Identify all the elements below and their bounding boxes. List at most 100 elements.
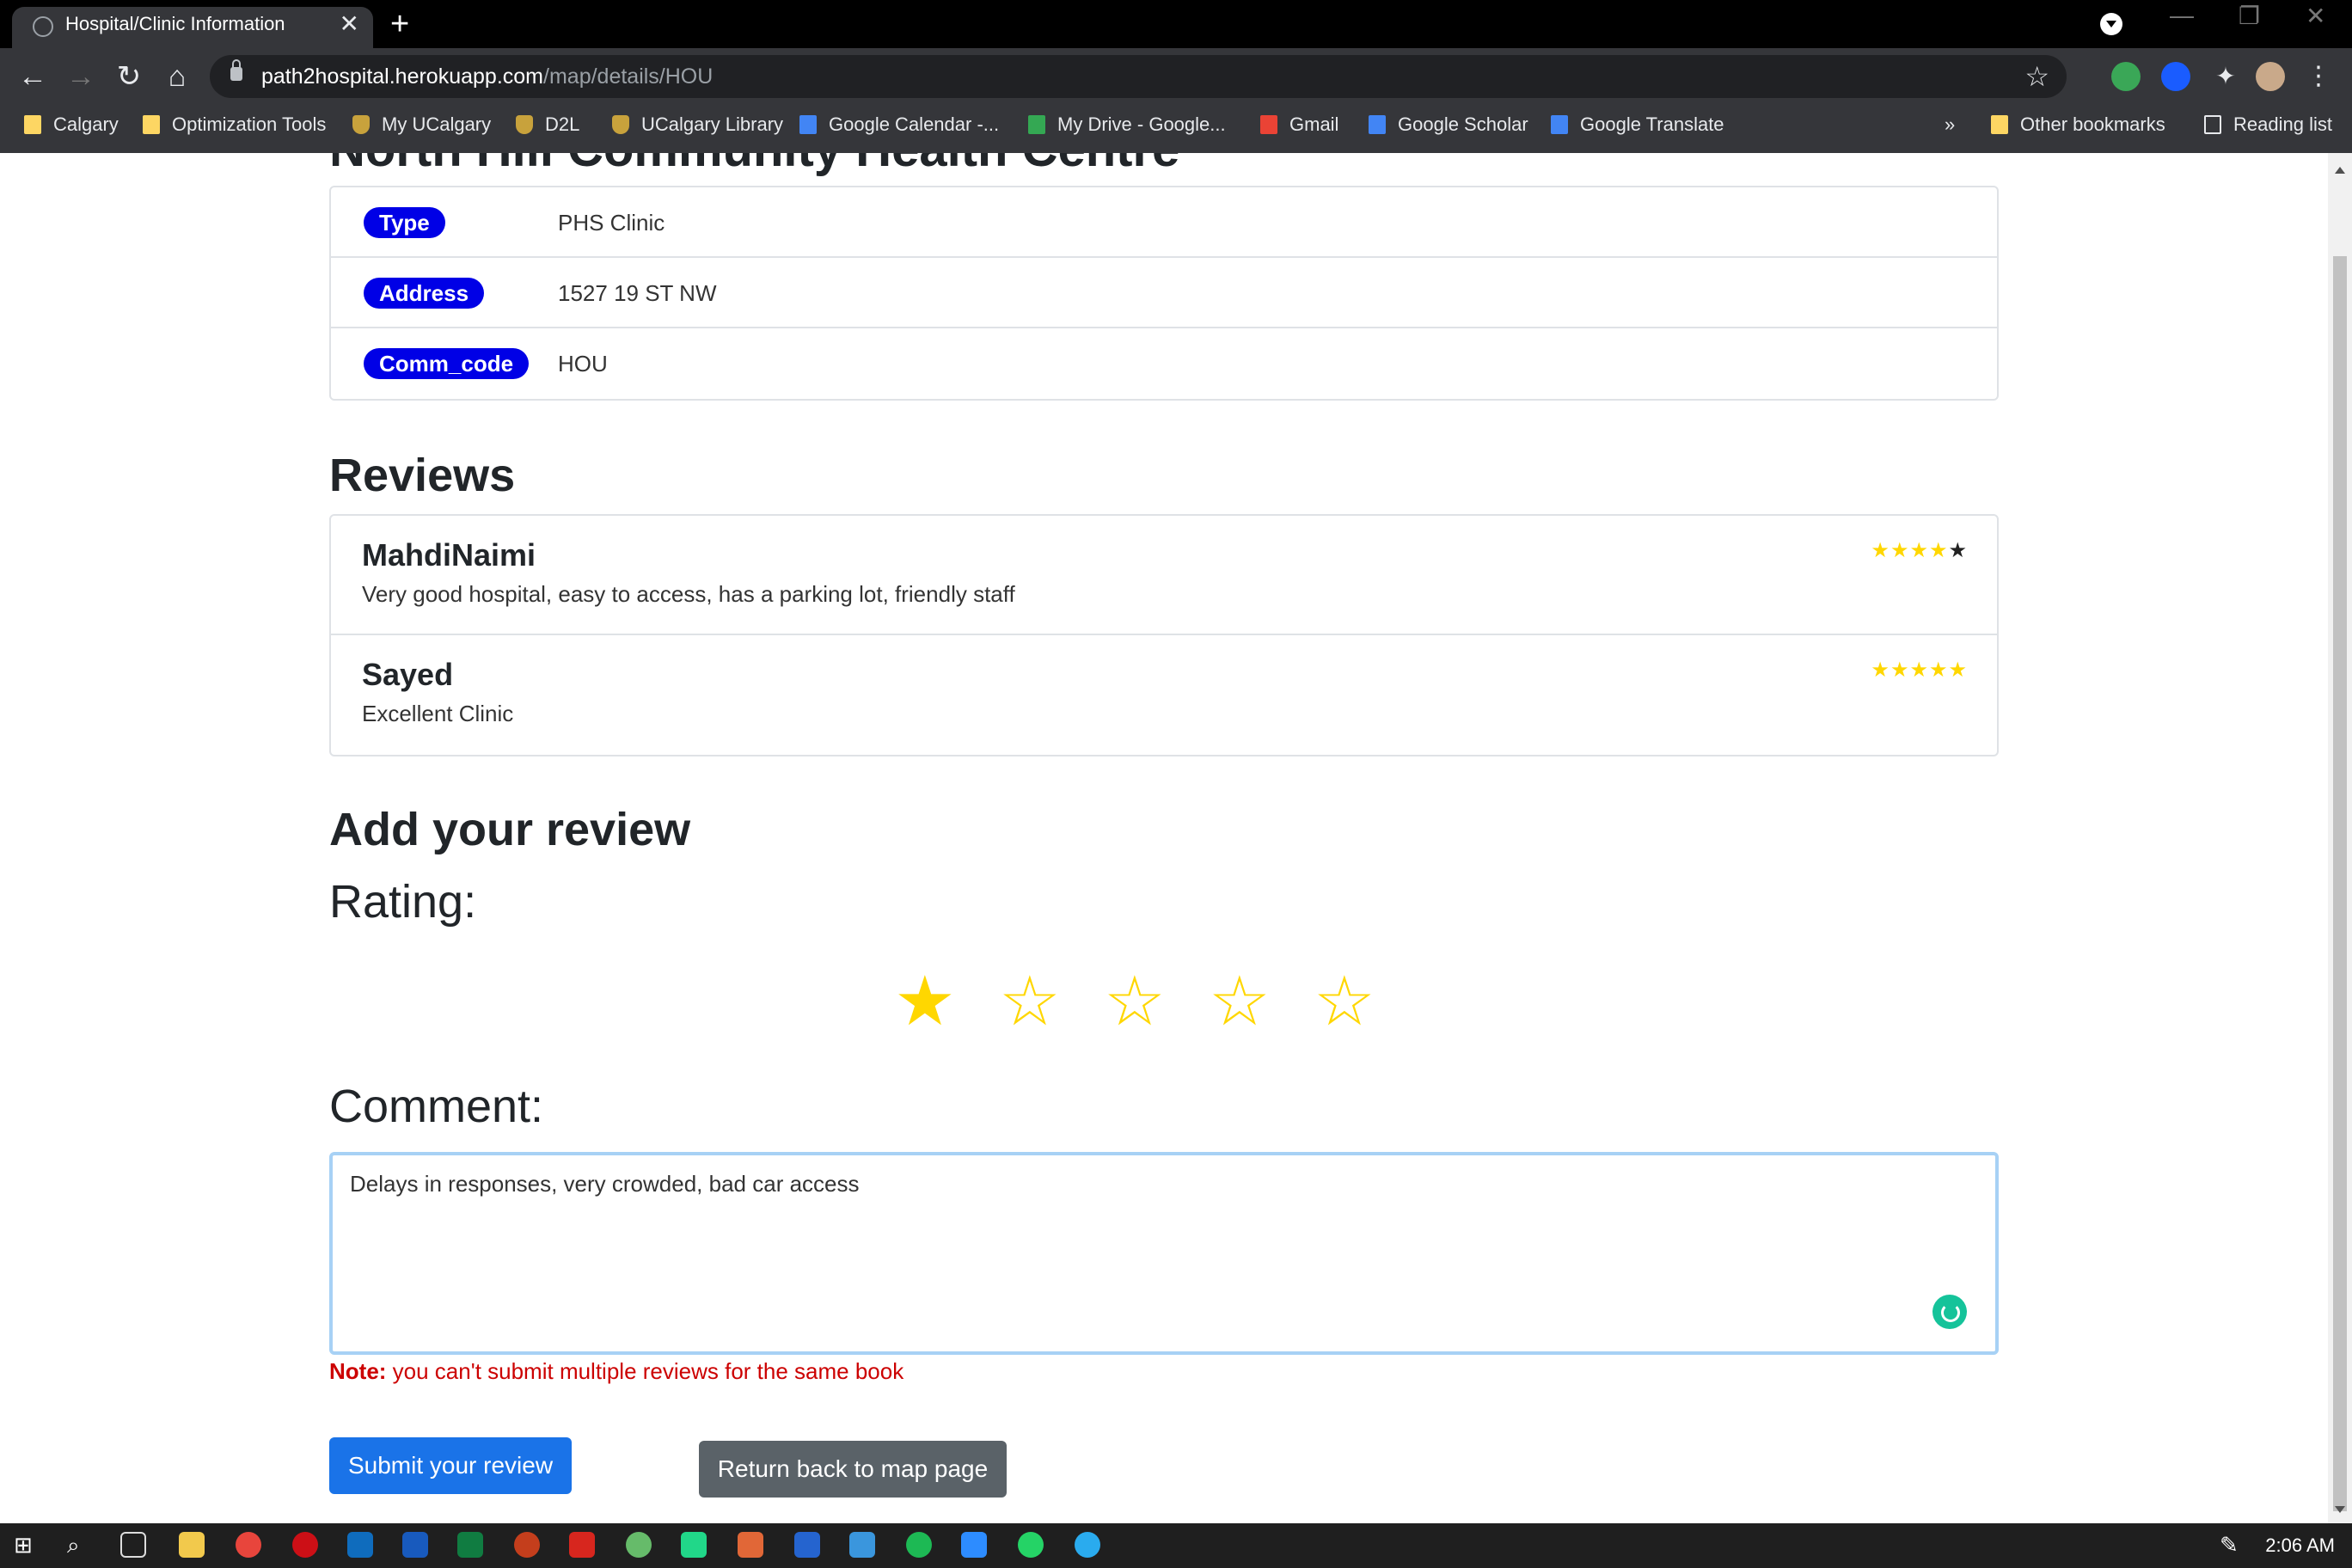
bookmarks-bar: Calgary Optimization Tools My UCalgary D… xyxy=(0,105,2352,153)
browser-tab[interactable]: Hospital/Clinic Information ✕ xyxy=(12,7,373,48)
extension-pause-icon[interactable] xyxy=(2161,62,2190,91)
address-bar[interactable]: path2hospital.herokuapp.com/map/details/… xyxy=(210,55,2067,98)
bookmark-gmail[interactable]: Gmail xyxy=(1260,105,1338,144)
matlab-icon[interactable] xyxy=(738,1532,763,1558)
comm-code-value: HOU xyxy=(558,351,608,377)
reading-list-icon xyxy=(2204,115,2221,134)
menu-icon[interactable]: ⋮ xyxy=(2304,62,2333,91)
windows-taskbar: ⊞ ⌕ ✎ 2:06 AM xyxy=(0,1523,2352,1568)
bookmark-my-ucalgary[interactable]: My UCalgary xyxy=(352,105,491,144)
restore-icon[interactable]: ❐ xyxy=(2239,2,2260,30)
taskbar-clock[interactable]: 2:06 AM xyxy=(2265,1523,2335,1568)
back-icon[interactable]: ← xyxy=(12,56,53,97)
todo-icon[interactable] xyxy=(794,1532,820,1558)
google-scholar-icon xyxy=(1369,115,1386,134)
review-user: MahdiNaimi xyxy=(362,537,536,573)
task-view-icon[interactable] xyxy=(120,1532,146,1558)
close-tab-icon[interactable]: ✕ xyxy=(340,7,359,41)
outlook-icon[interactable] xyxy=(347,1532,373,1558)
grammarly-icon[interactable] xyxy=(1932,1295,1967,1329)
info-card: Type PHS Clinic Address 1527 19 ST NW Co… xyxy=(329,186,1999,401)
reviews-heading: Reviews xyxy=(329,450,516,501)
filled-star-icon: ★ xyxy=(1871,658,1890,682)
bookmark-ucalgary-library[interactable]: UCalgary Library xyxy=(612,105,783,144)
excel-icon[interactable] xyxy=(457,1532,483,1558)
browser-titlebar: Hospital/Clinic Information ✕ + — ❐ ✕ xyxy=(0,0,2352,48)
rating-star-3[interactable]: ☆ xyxy=(1104,963,1209,1040)
empty-star-icon: ★ xyxy=(1948,539,1968,562)
app-icon[interactable] xyxy=(849,1532,875,1558)
file-explorer-icon[interactable] xyxy=(179,1532,205,1558)
home-icon[interactable]: ⌂ xyxy=(156,56,198,97)
whatsapp-icon[interactable] xyxy=(1018,1532,1044,1558)
bookmark-google-scholar[interactable]: Google Scholar xyxy=(1369,105,1528,144)
reload-icon[interactable]: ↻ xyxy=(108,56,150,97)
windows-start-icon[interactable]: ⊞ xyxy=(14,1532,40,1558)
address-badge: Address xyxy=(364,278,485,309)
powerpoint-icon[interactable] xyxy=(514,1532,540,1558)
rating-star-5[interactable]: ☆ xyxy=(1314,963,1418,1040)
opera-icon[interactable] xyxy=(292,1532,318,1558)
telegram-icon[interactable] xyxy=(1075,1532,1100,1558)
filled-star-icon: ★ xyxy=(1890,658,1910,682)
folder-icon xyxy=(24,115,41,134)
scroll-up-icon[interactable] xyxy=(2335,162,2345,174)
close-window-icon[interactable]: ✕ xyxy=(2306,2,2325,30)
filled-star-icon: ★ xyxy=(1909,539,1929,562)
type-value: PHS Clinic xyxy=(558,210,665,236)
google-translate-icon xyxy=(1551,115,1568,134)
forward-icon[interactable]: → xyxy=(60,56,101,97)
acrobat-icon[interactable] xyxy=(569,1532,595,1558)
zoom-icon[interactable] xyxy=(961,1532,987,1558)
info-row-comm-code: Comm_code HOU xyxy=(331,328,1997,399)
word-icon[interactable] xyxy=(402,1532,428,1558)
bookmark-d2l[interactable]: D2L xyxy=(516,105,579,144)
puzzle-icon[interactable]: ✦ xyxy=(2211,62,2240,91)
bookmark-google-calendar[interactable]: Google Calendar -... xyxy=(799,105,999,144)
bookmark-calgary[interactable]: Calgary xyxy=(24,105,119,144)
page-viewport: North Hill Community Health Centre Type … xyxy=(0,153,2328,1523)
review-item: MahdiNaimi Very good hospital, easy to a… xyxy=(331,516,1997,635)
avatar[interactable] xyxy=(2256,62,2285,91)
filled-star-icon: ★ xyxy=(1871,539,1890,562)
comment-textarea[interactable]: Delays in responses, very crowded, bad c… xyxy=(329,1152,1999,1355)
review-star-rating: ★★★★★ xyxy=(1871,658,1968,683)
app-icon[interactable] xyxy=(626,1532,652,1558)
page-scrollbar[interactable] xyxy=(2328,153,2352,1523)
chrome-icon[interactable] xyxy=(236,1532,261,1558)
spotify-icon[interactable] xyxy=(906,1532,932,1558)
info-row-address: Address 1527 19 ST NW xyxy=(331,258,1997,328)
bookmark-optimization-tools[interactable]: Optimization Tools xyxy=(143,105,326,144)
browser-toolbar: ← → ↻ ⌂ path2hospital.herokuapp.com/map/… xyxy=(0,48,2352,105)
rating-star-4[interactable]: ☆ xyxy=(1209,963,1314,1040)
rating-star-2[interactable]: ☆ xyxy=(999,963,1104,1040)
minimize-icon[interactable]: — xyxy=(2170,2,2194,29)
bookmarks-overflow-button[interactable]: » xyxy=(1945,105,1955,144)
pycharm-icon[interactable] xyxy=(681,1532,707,1558)
gmail-icon xyxy=(1260,115,1277,134)
search-icon[interactable]: ⌕ xyxy=(67,1532,93,1558)
new-tab-button[interactable]: + xyxy=(390,3,409,45)
google-calendar-icon xyxy=(799,115,817,134)
review-item: Sayed Excellent Clinic ★★★★★ xyxy=(331,635,1997,755)
bookmark-star-icon[interactable]: ☆ xyxy=(2024,55,2049,98)
rating-star-1[interactable]: ★ xyxy=(894,963,999,1040)
submit-review-button[interactable]: Submit your review xyxy=(329,1437,572,1494)
bookmark-google-drive[interactable]: My Drive - Google... xyxy=(1028,105,1226,144)
other-bookmarks[interactable]: Other bookmarks xyxy=(1991,105,2165,144)
return-to-map-button[interactable]: Return back to map page xyxy=(699,1441,1007,1498)
extension-icon[interactable] xyxy=(2111,62,2141,91)
tab-search-icon[interactable] xyxy=(2100,13,2122,35)
reading-list[interactable]: Reading list xyxy=(2204,105,2332,144)
rating-input: ★ ☆ ☆ ☆ ☆ xyxy=(894,963,1418,1040)
scroll-down-icon[interactable] xyxy=(2335,1506,2345,1518)
note-label: Note: xyxy=(329,1358,387,1384)
scrollbar-thumb[interactable] xyxy=(2333,256,2347,1511)
filled-star-icon: ★ xyxy=(1909,658,1929,682)
folder-icon xyxy=(1991,115,2008,134)
pen-icon[interactable]: ✎ xyxy=(2220,1532,2245,1558)
review-user: Sayed xyxy=(362,657,454,692)
filled-star-icon: ★ xyxy=(1890,539,1910,562)
add-review-heading: Add your review xyxy=(329,804,691,855)
bookmark-google-translate[interactable]: Google Translate xyxy=(1551,105,1724,144)
